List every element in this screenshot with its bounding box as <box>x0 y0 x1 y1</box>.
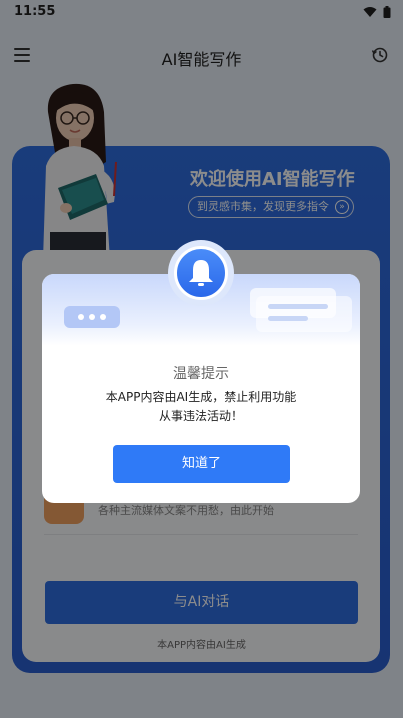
notice-dialog: 温馨提示 本APP内容由AI生成，禁止利用功能 从事违法活动！ 知道了 <box>42 274 360 503</box>
dialog-title: 温馨提示 <box>173 366 229 382</box>
bell-badge <box>168 240 234 306</box>
dialog-message-line: 本APP内容由AI生成，禁止利用功能 <box>105 390 297 404</box>
confirm-button[interactable]: 知道了 <box>113 445 290 483</box>
bell-icon <box>189 260 213 286</box>
dialog-message: 本APP内容由AI生成，禁止利用功能 从事违法活动！ <box>72 388 330 426</box>
card-decoration <box>256 296 352 332</box>
app-screen: 11:55 AI智能写作 欢迎使用AI智能写作 到灵感市集，发现更多指令 » 各… <box>0 0 403 718</box>
dialog-message-line: 从事违法活动！ <box>158 409 243 423</box>
chat-bubble-icon <box>64 306 120 328</box>
